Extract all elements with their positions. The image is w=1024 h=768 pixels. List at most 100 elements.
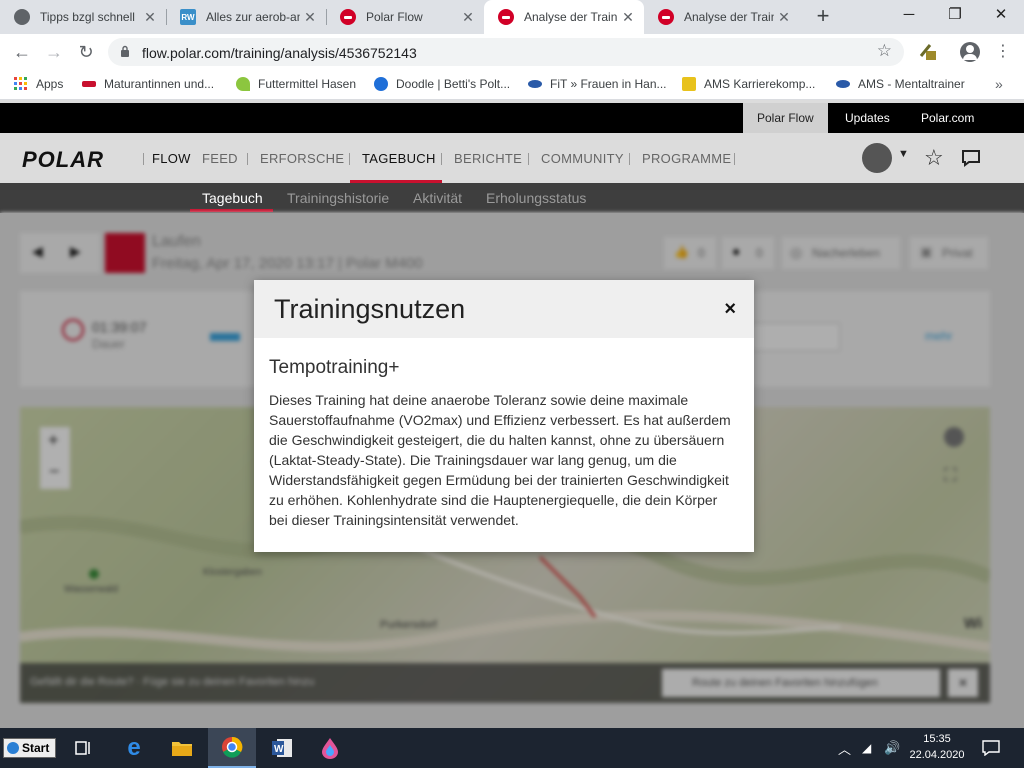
browser-tab-4-active[interactable]: Analyse der Traini ✕ <box>484 0 644 34</box>
bookmark-favicon-icon <box>82 81 96 87</box>
subnav-aktivitaet[interactable]: Aktivität <box>413 190 462 206</box>
nav-separator <box>629 153 630 165</box>
back-arrow-icon[interactable]: ← <box>10 40 34 64</box>
windows-taskbar: Start e W ︿ ◢ 🔊 15:35 22.04.2020 <box>0 728 1024 768</box>
browser-tab-5[interactable]: Analyse der Traini ✕ <box>644 0 800 34</box>
bookmarks-bar: Apps Maturantinnen und... Futtermittel H… <box>0 70 1024 100</box>
profile-icon[interactable] <box>960 42 980 62</box>
close-tab-icon[interactable]: ✕ <box>458 9 478 26</box>
close-tab-icon[interactable]: ✕ <box>618 9 638 26</box>
nav-separator <box>247 153 248 165</box>
nav-community[interactable]: COMMUNITY <box>541 151 624 166</box>
reload-icon[interactable]: ↻ <box>74 40 98 64</box>
nav-separator <box>441 153 442 165</box>
subnav-erholungsstatus[interactable]: Erholungsstatus <box>486 190 586 206</box>
polar-top-bar: Polar Flow Updates Polar.com <box>0 103 1024 133</box>
browser-tab-3[interactable]: Polar Flow ✕ <box>326 0 484 34</box>
paint-drop-icon[interactable] <box>306 728 354 768</box>
user-avatar[interactable] <box>862 143 892 173</box>
task-view-icon[interactable] <box>60 728 108 768</box>
bookmark-item[interactable]: FiT » Frauen in Han... <box>528 77 667 91</box>
training-benefit-modal: Trainingsnutzen × Tempotraining+ Dieses … <box>254 280 754 552</box>
apps-grid-icon <box>14 77 27 90</box>
ams-icon <box>682 77 696 91</box>
browser-tab-1[interactable]: Tipps bzgl schnell ✕ <box>0 0 166 34</box>
training-benefit-name: Tempotraining+ <box>269 357 400 378</box>
nav-tagebuch[interactable]: TAGEBUCH <box>362 151 436 166</box>
nav-erforsche[interactable]: ERFORSCHE <box>260 151 344 166</box>
nav-separator <box>734 153 735 165</box>
subnav-active-underline <box>190 209 273 212</box>
polar-logo[interactable]: POLAR <box>22 147 104 173</box>
tab-title: Tipps bzgl schnell <box>40 10 135 24</box>
polar-icon <box>658 9 674 25</box>
tab-title: Alles zur aerob-an <box>206 10 300 24</box>
leaf-icon <box>236 77 250 91</box>
star-icon[interactable]: ☆ <box>924 145 944 171</box>
tab-title: Analyse der Traini <box>524 10 618 24</box>
bookmark-label: Doodle | Betti's Polt... <box>396 77 511 91</box>
subnav-tagebuch[interactable]: Tagebuch <box>202 190 263 206</box>
bookmark-item[interactable]: Maturantinnen und... <box>82 77 214 91</box>
chevron-down-icon[interactable]: ▼ <box>898 148 909 160</box>
topbar-polar-com-link[interactable]: Polar.com <box>907 103 988 133</box>
bookmark-label: Maturantinnen und... <box>104 77 215 91</box>
polar-icon <box>340 9 356 25</box>
start-button[interactable]: Start <box>3 738 56 758</box>
nav-programme[interactable]: PROGRAMME <box>642 151 731 166</box>
nav-feed[interactable]: FEED <box>202 151 238 166</box>
close-tab-icon[interactable]: ✕ <box>774 9 794 26</box>
restore-icon[interactable]: ❐ <box>932 0 978 30</box>
svg-text:W: W <box>274 744 284 755</box>
browser-toolbar: ← → ↻ flow.polar.com/training/analysis/4… <box>0 34 1024 70</box>
edge-browser-icon[interactable]: e <box>110 728 158 768</box>
close-tab-icon[interactable]: ✕ <box>140 9 160 26</box>
extension-icon[interactable] <box>918 42 938 62</box>
browser-tab-2[interactable]: RW Alles zur aerob-an ✕ <box>166 0 326 34</box>
file-explorer-icon[interactable] <box>158 728 206 768</box>
nav-berichte[interactable]: BERICHTE <box>454 151 522 166</box>
bookmark-item[interactable]: Futtermittel Hasen <box>236 77 356 91</box>
tab-title: Polar Flow <box>366 10 423 24</box>
bookmark-label: Futtermittel Hasen <box>258 77 357 91</box>
show-hidden-icons-icon[interactable]: ︿ <box>838 728 851 768</box>
bookmark-label: Apps <box>36 77 64 91</box>
chrome-browser-icon[interactable] <box>208 728 256 768</box>
bookmark-apps[interactable]: Apps <box>14 77 63 91</box>
new-tab-plus-icon[interactable]: + <box>810 5 836 29</box>
close-icon[interactable]: × <box>724 297 736 321</box>
window-close-icon[interactable]: ✕ <box>978 0 1024 30</box>
nav-separator <box>528 153 529 165</box>
volume-icon[interactable]: 🔊 <box>884 728 900 768</box>
nav-separator <box>143 153 144 165</box>
polar-main-nav: POLAR FLOW FEED ERFORSCHE TAGEBUCH BERIC… <box>0 133 1024 183</box>
nav-separator <box>349 153 350 165</box>
bookmark-label: FiT » Frauen in Han... <box>550 77 667 91</box>
bookmark-item[interactable]: Doodle | Betti's Polt... <box>374 77 510 91</box>
close-tab-icon[interactable]: ✕ <box>300 9 320 26</box>
minimize-icon[interactable]: ─ <box>886 0 932 30</box>
bookmark-item[interactable]: AMS Karrierekomp... <box>682 77 815 91</box>
nav-flow[interactable]: FLOW <box>152 151 191 166</box>
notifications-icon[interactable] <box>982 728 1000 768</box>
topbar-updates-link[interactable]: Updates <box>831 103 904 133</box>
bookmark-star-icon[interactable]: ☆ <box>877 41 892 61</box>
modal-title: Trainingsnutzen <box>274 294 466 324</box>
message-icon[interactable] <box>961 149 981 167</box>
subnav-trainingshistorie[interactable]: Trainingshistorie <box>287 190 389 206</box>
taskbar-clock[interactable]: 15:35 22.04.2020 <box>902 731 972 763</box>
word-icon[interactable]: W <box>258 728 306 768</box>
polar-sub-nav: Tagebuch Trainingshistorie Aktivität Erh… <box>0 183 1024 213</box>
modal-header: Trainingsnutzen × <box>254 280 754 338</box>
forward-arrow-icon[interactable]: → <box>42 40 66 64</box>
topbar-polar-flow-link[interactable]: Polar Flow <box>743 103 828 133</box>
bookmark-item[interactable]: AMS - Mentaltrainer <box>836 77 965 91</box>
clock-date: 22.04.2020 <box>909 749 965 761</box>
kebab-menu-icon[interactable]: ⋮ <box>995 41 1011 63</box>
doodle-icon <box>374 77 388 91</box>
network-icon[interactable]: ◢ <box>862 728 871 768</box>
bookmarks-overflow-icon[interactable]: » <box>995 76 1003 92</box>
bookmark-label: AMS - Mentaltrainer <box>858 77 965 91</box>
tab-title: Analyse der Traini <box>684 10 774 24</box>
address-bar[interactable]: flow.polar.com/training/analysis/4536752… <box>108 38 904 66</box>
